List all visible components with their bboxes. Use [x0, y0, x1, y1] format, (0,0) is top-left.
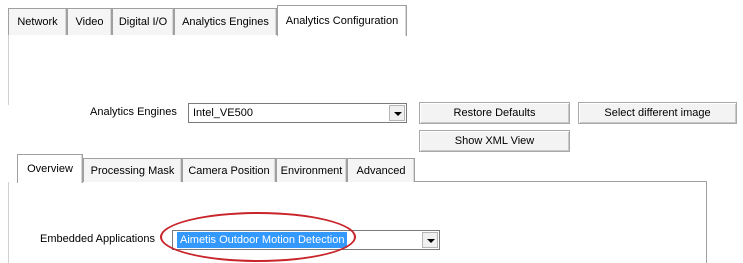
annotation-circle — [160, 212, 356, 262]
analytics-engines-label: Analytics Engines — [90, 106, 177, 118]
analytics-engine-value: Intel_VE500 — [193, 107, 253, 119]
chevron-down-icon[interactable] — [422, 232, 438, 248]
show-xml-view-button[interactable]: Show XML View — [419, 130, 570, 152]
tab-video-label: Video — [75, 16, 104, 28]
tab-video[interactable]: Video — [67, 8, 112, 35]
tab-environment-label: Environment — [280, 165, 343, 177]
tab-advanced[interactable]: Advanced — [347, 158, 415, 182]
chevron-down-icon[interactable] — [389, 105, 405, 121]
tab-overview-label: Overview — [27, 163, 73, 175]
tab-advanced-label: Advanced — [356, 165, 406, 177]
top-panel-border — [8, 35, 9, 105]
tab-analytics-engines-label: Analytics Engines — [182, 16, 269, 28]
tab-digital-io[interactable]: Digital I/O — [112, 8, 174, 35]
sub-panel-border-right — [706, 181, 707, 263]
embedded-applications-label: Embedded Applications — [40, 233, 155, 245]
analytics-engine-select[interactable]: Intel_VE500 — [188, 103, 407, 123]
tab-processing-mask[interactable]: Processing Mask — [83, 158, 182, 182]
restore-defaults-button[interactable]: Restore Defaults — [419, 102, 570, 124]
sub-panel-border-top — [415, 181, 707, 182]
tab-environment[interactable]: Environment — [276, 158, 347, 182]
tab-camera-position[interactable]: Camera Position — [182, 158, 276, 182]
select-different-image-button[interactable]: Select different image — [578, 102, 737, 124]
tab-analytics-engines[interactable]: Analytics Engines — [174, 8, 277, 35]
tab-digital-io-label: Digital I/O — [118, 16, 168, 28]
sub-panel-border-left — [8, 182, 9, 263]
tab-analytics-configuration[interactable]: Analytics Configuration — [277, 5, 407, 36]
tab-processing-mask-label: Processing Mask — [90, 165, 175, 177]
tab-overview[interactable]: Overview — [17, 154, 83, 183]
tab-camera-position-label: Camera Position — [188, 165, 270, 177]
tab-network[interactable]: Network — [8, 8, 67, 35]
tab-analytics-configuration-label: Analytics Configuration — [285, 15, 399, 27]
tab-network-label: Network — [17, 16, 58, 28]
